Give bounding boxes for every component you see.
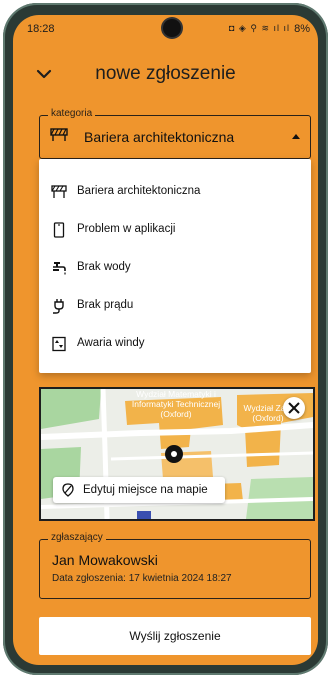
close-icon[interactable] <box>283 397 305 419</box>
submit-button-label: Wyślij zgłoszenie <box>129 629 221 643</box>
reporter-legend: zgłaszający <box>48 532 106 543</box>
dropdown-item-brak-pradu[interactable]: Brak prądu <box>39 288 311 326</box>
caret-up-icon <box>292 134 300 139</box>
front-camera <box>163 19 181 37</box>
category-dropdown: Bariera architektoniczna Problem w aplik… <box>39 159 311 373</box>
dropdown-item-label: Bariera architektoniczna <box>77 185 201 197</box>
elevator-icon <box>52 336 66 352</box>
dropdown-item-label: Awaria windy <box>77 337 145 349</box>
phone-frame: 18:28 ◘ ◈ ⚲ ≋ ıl ıl 8% nowe zgłoszenie k… <box>3 3 328 675</box>
edit-location-label: Edytuj miejsce na mapie <box>83 484 208 496</box>
app-screen: 18:28 ◘ ◈ ⚲ ≋ ıl ıl 8% nowe zgłoszenie k… <box>13 15 318 665</box>
faucet-icon <box>53 262 66 275</box>
category-legend: kategoria <box>48 108 96 119</box>
dropdown-item-problem-aplikacji[interactable]: Problem w aplikacji <box>39 212 311 250</box>
location-map[interactable]: Wydział Matematyki i Informatyki Technic… <box>39 387 315 521</box>
dropdown-item-awaria-windy[interactable]: Awaria windy <box>39 326 311 364</box>
page-title: nowe zgłoszenie <box>95 63 236 84</box>
plug-icon <box>53 299 64 314</box>
barrier-icon <box>51 185 67 198</box>
app-header: nowe zgłoszenie <box>13 55 318 95</box>
battery-level: 8% <box>294 23 310 35</box>
location-pin-icon[interactable] <box>165 445 183 463</box>
barrier-icon <box>50 128 68 141</box>
dropdown-item-label: Brak wody <box>77 261 131 273</box>
reporter-box: zgłaszający Jan Mowakowski Data zgłoszen… <box>39 532 311 599</box>
submit-button[interactable]: Wyślij zgłoszenie <box>39 617 311 655</box>
dropdown-item-brak-wody[interactable]: Brak wody <box>39 250 311 288</box>
reporter-name: Jan Mowakowski <box>52 552 158 568</box>
dropdown-item-label: Problem w aplikacji <box>77 223 176 235</box>
edit-location-button[interactable]: Edytuj miejsce na mapie <box>53 477 225 503</box>
dropdown-item-label: Brak prądu <box>77 299 134 311</box>
status-time: 18:28 <box>27 23 55 35</box>
status-bar: 18:28 ◘ ◈ ⚲ ≋ ıl ıl 8% <box>13 15 318 43</box>
category-select[interactable]: kategoria Bariera architektoniczna <box>39 108 311 159</box>
edit-location-icon <box>62 483 74 497</box>
phone-icon <box>53 222 65 238</box>
category-value: Bariera architektoniczna <box>84 129 235 145</box>
report-date: Data zgłoszenia: 17 kwietnia 2024 18:27 <box>52 573 232 584</box>
status-icons: ◘ ◈ ⚲ ≋ ıl ıl <box>229 23 290 33</box>
map-label-building: Wydział Matematyki i Informatyki Technic… <box>131 389 221 419</box>
dropdown-item-bariera[interactable]: Bariera architektoniczna <box>39 174 311 212</box>
